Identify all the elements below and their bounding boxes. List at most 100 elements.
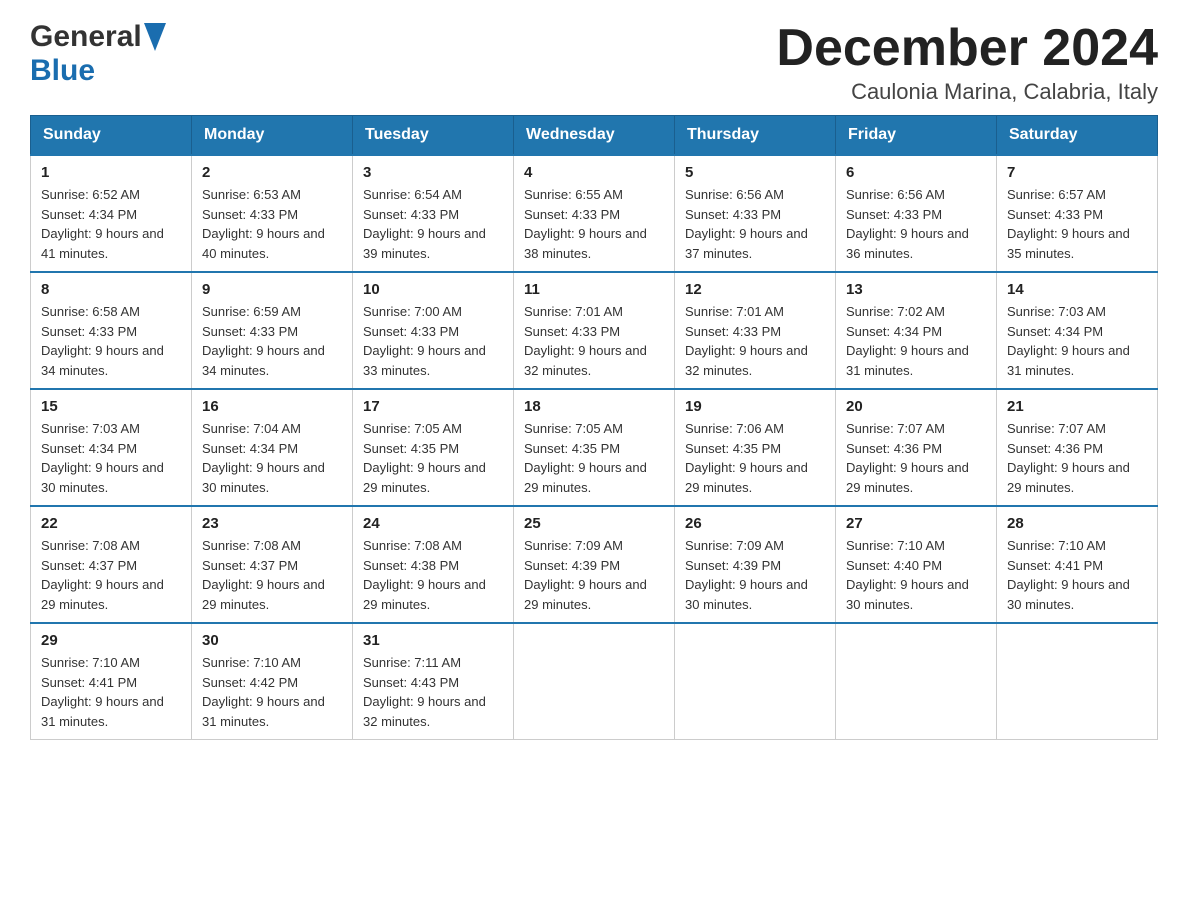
table-row: 31 Sunrise: 7:11 AM Sunset: 4:43 PM Dayl…	[353, 623, 514, 740]
logo-line-2: Blue	[30, 54, 95, 88]
table-row: 7 Sunrise: 6:57 AM Sunset: 4:33 PM Dayli…	[997, 155, 1158, 272]
day-number: 8	[41, 281, 181, 298]
day-number: 14	[1007, 281, 1147, 298]
day-number: 16	[202, 398, 342, 415]
day-number: 24	[363, 515, 503, 532]
calendar-week-row: 15 Sunrise: 7:03 AM Sunset: 4:34 PM Dayl…	[31, 389, 1158, 506]
table-row: 21 Sunrise: 7:07 AM Sunset: 4:36 PM Dayl…	[997, 389, 1158, 506]
day-number: 19	[685, 398, 825, 415]
calendar-week-row: 29 Sunrise: 7:10 AM Sunset: 4:41 PM Dayl…	[31, 623, 1158, 740]
table-row: 30 Sunrise: 7:10 AM Sunset: 4:42 PM Dayl…	[192, 623, 353, 740]
day-info: Sunrise: 7:05 AM Sunset: 4:35 PM Dayligh…	[363, 419, 503, 497]
table-row: 18 Sunrise: 7:05 AM Sunset: 4:35 PM Dayl…	[514, 389, 675, 506]
day-info: Sunrise: 7:01 AM Sunset: 4:33 PM Dayligh…	[524, 302, 664, 380]
table-row: 5 Sunrise: 6:56 AM Sunset: 4:33 PM Dayli…	[675, 155, 836, 272]
day-number: 15	[41, 398, 181, 415]
table-row: 19 Sunrise: 7:06 AM Sunset: 4:35 PM Dayl…	[675, 389, 836, 506]
day-number: 17	[363, 398, 503, 415]
logo-blue-text: Blue	[30, 54, 95, 87]
day-info: Sunrise: 6:53 AM Sunset: 4:33 PM Dayligh…	[202, 185, 342, 263]
day-info: Sunrise: 6:58 AM Sunset: 4:33 PM Dayligh…	[41, 302, 181, 380]
day-number: 20	[846, 398, 986, 415]
table-row: 13 Sunrise: 7:02 AM Sunset: 4:34 PM Dayl…	[836, 272, 997, 389]
day-number: 30	[202, 632, 342, 649]
table-row: 20 Sunrise: 7:07 AM Sunset: 4:36 PM Dayl…	[836, 389, 997, 506]
table-row: 27 Sunrise: 7:10 AM Sunset: 4:40 PM Dayl…	[836, 506, 997, 623]
table-row	[675, 623, 836, 740]
day-info: Sunrise: 7:00 AM Sunset: 4:33 PM Dayligh…	[363, 302, 503, 380]
logo-general-text: General	[30, 20, 142, 54]
table-row: 2 Sunrise: 6:53 AM Sunset: 4:33 PM Dayli…	[192, 155, 353, 272]
day-number: 21	[1007, 398, 1147, 415]
table-row: 11 Sunrise: 7:01 AM Sunset: 4:33 PM Dayl…	[514, 272, 675, 389]
location-subtitle: Caulonia Marina, Calabria, Italy	[776, 79, 1158, 105]
table-row: 8 Sunrise: 6:58 AM Sunset: 4:33 PM Dayli…	[31, 272, 192, 389]
table-row: 23 Sunrise: 7:08 AM Sunset: 4:37 PM Dayl…	[192, 506, 353, 623]
day-number: 1	[41, 164, 181, 181]
day-number: 22	[41, 515, 181, 532]
table-row	[514, 623, 675, 740]
table-row: 25 Sunrise: 7:09 AM Sunset: 4:39 PM Dayl…	[514, 506, 675, 623]
day-info: Sunrise: 7:08 AM Sunset: 4:38 PM Dayligh…	[363, 536, 503, 614]
day-number: 28	[1007, 515, 1147, 532]
col-friday: Friday	[836, 116, 997, 156]
col-wednesday: Wednesday	[514, 116, 675, 156]
col-monday: Monday	[192, 116, 353, 156]
day-info: Sunrise: 7:10 AM Sunset: 4:41 PM Dayligh…	[1007, 536, 1147, 614]
day-info: Sunrise: 7:03 AM Sunset: 4:34 PM Dayligh…	[41, 419, 181, 497]
table-row: 22 Sunrise: 7:08 AM Sunset: 4:37 PM Dayl…	[31, 506, 192, 623]
day-number: 27	[846, 515, 986, 532]
day-info: Sunrise: 7:06 AM Sunset: 4:35 PM Dayligh…	[685, 419, 825, 497]
table-row: 17 Sunrise: 7:05 AM Sunset: 4:35 PM Dayl…	[353, 389, 514, 506]
table-row: 15 Sunrise: 7:03 AM Sunset: 4:34 PM Dayl…	[31, 389, 192, 506]
day-number: 25	[524, 515, 664, 532]
page-header: General Blue December 2024 Caulonia Mari…	[30, 20, 1158, 105]
table-row: 6 Sunrise: 6:56 AM Sunset: 4:33 PM Dayli…	[836, 155, 997, 272]
title-area: December 2024 Caulonia Marina, Calabria,…	[776, 20, 1158, 105]
day-info: Sunrise: 7:08 AM Sunset: 4:37 PM Dayligh…	[41, 536, 181, 614]
day-info: Sunrise: 6:57 AM Sunset: 4:33 PM Dayligh…	[1007, 185, 1147, 263]
day-number: 10	[363, 281, 503, 298]
day-number: 9	[202, 281, 342, 298]
day-number: 29	[41, 632, 181, 649]
day-number: 31	[363, 632, 503, 649]
logo: General Blue	[30, 20, 166, 88]
table-row: 14 Sunrise: 7:03 AM Sunset: 4:34 PM Dayl…	[997, 272, 1158, 389]
day-number: 11	[524, 281, 664, 298]
table-row: 24 Sunrise: 7:08 AM Sunset: 4:38 PM Dayl…	[353, 506, 514, 623]
table-row: 29 Sunrise: 7:10 AM Sunset: 4:41 PM Dayl…	[31, 623, 192, 740]
day-info: Sunrise: 7:11 AM Sunset: 4:43 PM Dayligh…	[363, 653, 503, 731]
day-number: 7	[1007, 164, 1147, 181]
calendar-week-row: 8 Sunrise: 6:58 AM Sunset: 4:33 PM Dayli…	[31, 272, 1158, 389]
day-number: 13	[846, 281, 986, 298]
table-row: 28 Sunrise: 7:10 AM Sunset: 4:41 PM Dayl…	[997, 506, 1158, 623]
day-info: Sunrise: 7:10 AM Sunset: 4:42 PM Dayligh…	[202, 653, 342, 731]
day-info: Sunrise: 6:52 AM Sunset: 4:34 PM Dayligh…	[41, 185, 181, 263]
day-info: Sunrise: 7:09 AM Sunset: 4:39 PM Dayligh…	[524, 536, 664, 614]
table-row: 26 Sunrise: 7:09 AM Sunset: 4:39 PM Dayl…	[675, 506, 836, 623]
calendar-header-row: Sunday Monday Tuesday Wednesday Thursday…	[31, 116, 1158, 156]
day-number: 6	[846, 164, 986, 181]
day-number: 26	[685, 515, 825, 532]
day-number: 18	[524, 398, 664, 415]
table-row: 9 Sunrise: 6:59 AM Sunset: 4:33 PM Dayli…	[192, 272, 353, 389]
day-info: Sunrise: 7:04 AM Sunset: 4:34 PM Dayligh…	[202, 419, 342, 497]
table-row: 3 Sunrise: 6:54 AM Sunset: 4:33 PM Dayli…	[353, 155, 514, 272]
logo-arrow-icon	[144, 23, 166, 51]
col-thursday: Thursday	[675, 116, 836, 156]
day-info: Sunrise: 7:03 AM Sunset: 4:34 PM Dayligh…	[1007, 302, 1147, 380]
day-number: 12	[685, 281, 825, 298]
day-info: Sunrise: 6:56 AM Sunset: 4:33 PM Dayligh…	[685, 185, 825, 263]
logo-line-1: General	[30, 20, 166, 54]
col-tuesday: Tuesday	[353, 116, 514, 156]
day-info: Sunrise: 7:08 AM Sunset: 4:37 PM Dayligh…	[202, 536, 342, 614]
table-row: 10 Sunrise: 7:00 AM Sunset: 4:33 PM Dayl…	[353, 272, 514, 389]
day-info: Sunrise: 7:01 AM Sunset: 4:33 PM Dayligh…	[685, 302, 825, 380]
table-row: 4 Sunrise: 6:55 AM Sunset: 4:33 PM Dayli…	[514, 155, 675, 272]
table-row: 12 Sunrise: 7:01 AM Sunset: 4:33 PM Dayl…	[675, 272, 836, 389]
day-info: Sunrise: 6:59 AM Sunset: 4:33 PM Dayligh…	[202, 302, 342, 380]
day-info: Sunrise: 7:09 AM Sunset: 4:39 PM Dayligh…	[685, 536, 825, 614]
table-row	[836, 623, 997, 740]
day-info: Sunrise: 7:07 AM Sunset: 4:36 PM Dayligh…	[846, 419, 986, 497]
table-row	[997, 623, 1158, 740]
